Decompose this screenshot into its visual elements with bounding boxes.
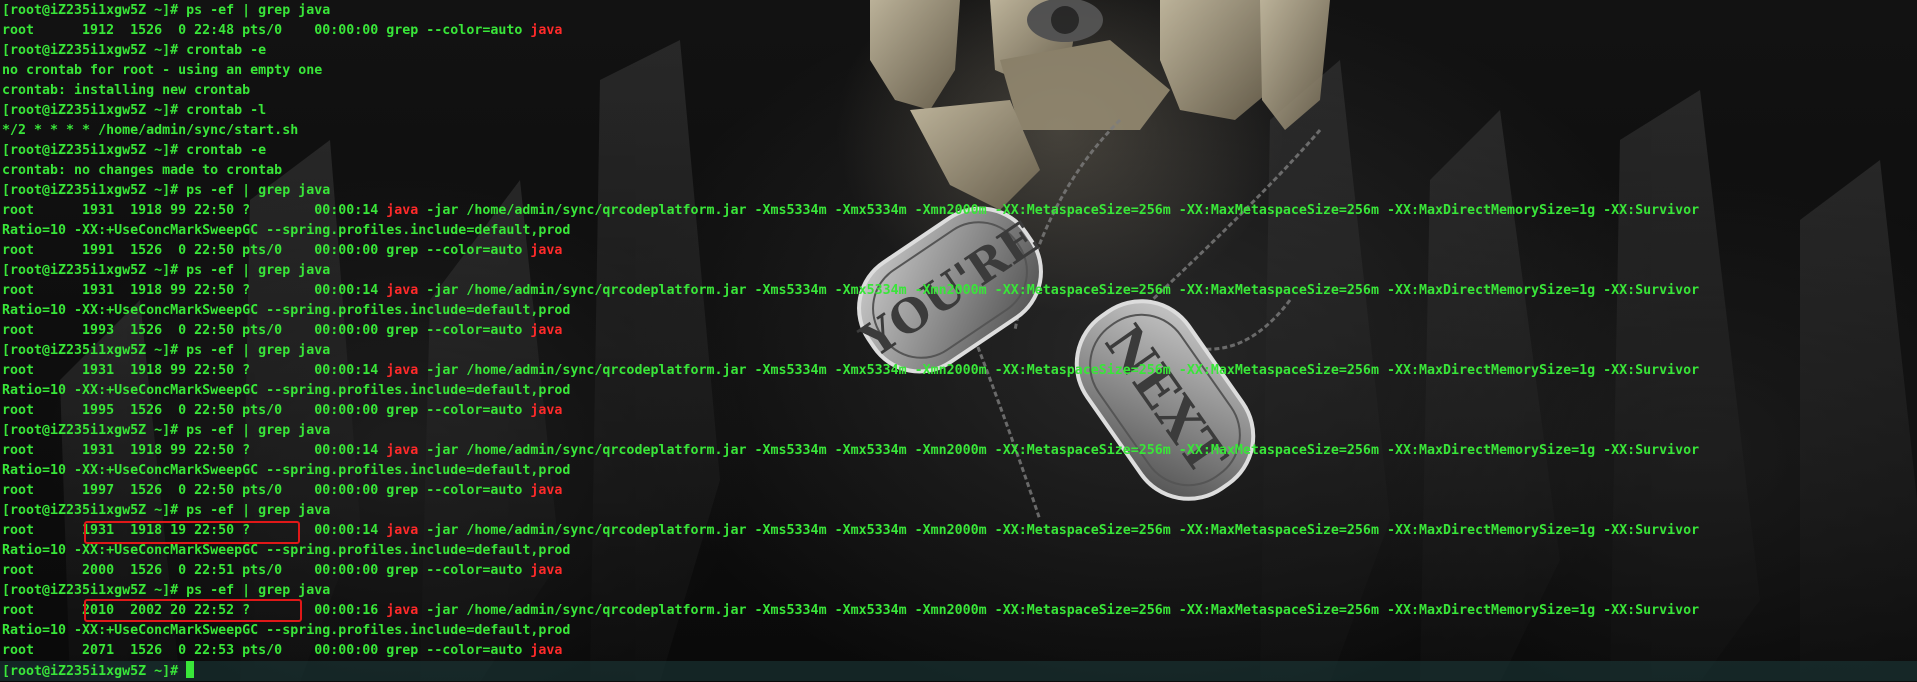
terminal-line: [root@iZ235i1xgw5Z ~]# ps -ef | grep jav… bbox=[2, 583, 331, 598]
terminal-output: [root@iZ235i1xgw5Z ~]# ps -ef | grep jav… bbox=[0, 1, 1917, 681]
terminal-line: Ratio=10 -XX:+UseConcMarkSweepGC --sprin… bbox=[2, 543, 571, 558]
terminal-line: [root@iZ235i1xgw5Z ~]# ps -ef | grep jav… bbox=[2, 423, 331, 438]
terminal-line: root 1931 1918 99 22:50 ? 00:00:14 java … bbox=[2, 283, 1700, 298]
terminal-line: root 1991 1526 0 22:50 pts/0 00:00:00 gr… bbox=[2, 243, 563, 258]
terminal-cursor bbox=[186, 661, 195, 678]
terminal-line: [root@iZ235i1xgw5Z ~]# ps -ef | grep jav… bbox=[2, 3, 331, 18]
terminal-line: [root@iZ235i1xgw5Z ~]# crontab -l bbox=[2, 103, 267, 118]
terminal-line: Ratio=10 -XX:+UseConcMarkSweepGC --sprin… bbox=[2, 223, 571, 238]
terminal-window[interactable]: YOU'RE NEXT [root@iZ235i1xgw5Z ~]# ps -e… bbox=[0, 0, 1917, 682]
terminal-line: [root@iZ235i1xgw5Z ~]# crontab -e bbox=[2, 143, 267, 158]
terminal-line: Ratio=10 -XX:+UseConcMarkSweepGC --sprin… bbox=[2, 623, 571, 638]
terminal-line: [root@iZ235i1xgw5Z ~]# ps -ef | grep jav… bbox=[2, 263, 331, 278]
terminal-line: [root@iZ235i1xgw5Z ~]# ps -ef | grep jav… bbox=[2, 503, 331, 518]
terminal-line: root 2000 1526 0 22:51 pts/0 00:00:00 gr… bbox=[2, 563, 563, 578]
terminal-line: Ratio=10 -XX:+UseConcMarkSweepGC --sprin… bbox=[2, 303, 571, 318]
terminal-line: root 1995 1526 0 22:50 pts/0 00:00:00 gr… bbox=[2, 403, 563, 418]
terminal-line: root 1931 1918 99 22:50 ? 00:00:14 java … bbox=[2, 443, 1700, 458]
terminal-line: */2 * * * * /home/admin/sync/start.sh bbox=[2, 123, 299, 138]
command-prompt[interactable]: [root@iZ235i1xgw5Z ~]# bbox=[0, 661, 1917, 681]
terminal-line: no crontab for root - using an empty one bbox=[2, 63, 323, 78]
terminal-line: crontab: installing new crontab bbox=[2, 83, 251, 98]
terminal-line: crontab: no changes made to crontab bbox=[2, 163, 283, 178]
terminal-line: [root@iZ235i1xgw5Z ~]# crontab -e bbox=[2, 43, 267, 58]
terminal-line: Ratio=10 -XX:+UseConcMarkSweepGC --sprin… bbox=[2, 383, 571, 398]
terminal-line: root 1931 1918 99 22:50 ? 00:00:14 java … bbox=[2, 363, 1700, 378]
terminal-line: [root@iZ235i1xgw5Z ~]# ps -ef | grep jav… bbox=[2, 183, 331, 198]
terminal-line: root 1931 1918 19 22:50 ? 00:00:14 java … bbox=[2, 523, 1700, 538]
terminal-line: Ratio=10 -XX:+UseConcMarkSweepGC --sprin… bbox=[2, 463, 571, 478]
terminal-line: root 1997 1526 0 22:50 pts/0 00:00:00 gr… bbox=[2, 483, 563, 498]
terminal-line: root 1912 1526 0 22:48 pts/0 00:00:00 gr… bbox=[2, 23, 563, 38]
terminal-line: root 1993 1526 0 22:50 pts/0 00:00:00 gr… bbox=[2, 323, 563, 338]
terminal-line: [root@iZ235i1xgw5Z ~]# ps -ef | grep jav… bbox=[2, 343, 331, 358]
terminal-line: root 2010 2002 20 22:52 ? 00:00:16 java … bbox=[2, 603, 1700, 618]
terminal-line: root 1931 1918 99 22:50 ? 00:00:14 java … bbox=[2, 203, 1700, 218]
terminal-line: root 2071 1526 0 22:53 pts/0 00:00:00 gr… bbox=[2, 643, 563, 658]
